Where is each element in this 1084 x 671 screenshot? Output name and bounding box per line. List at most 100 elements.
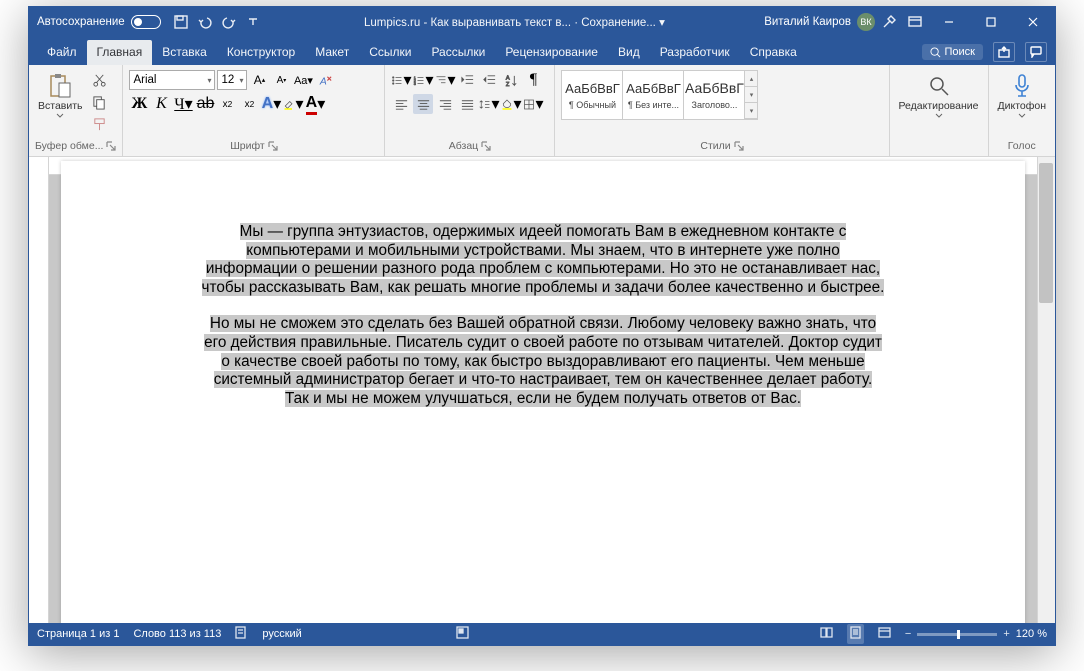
style-heading[interactable]: АаБбВвГЗаголово...: [683, 70, 745, 120]
zoom-level[interactable]: 120 %: [1016, 628, 1047, 640]
search-input[interactable]: Поиск: [922, 44, 983, 60]
subscript-button[interactable]: x2: [217, 94, 237, 114]
tab-design[interactable]: Конструктор: [217, 40, 305, 65]
paragraph-2[interactable]: Но мы не сможем это сделать без Вашей об…: [204, 315, 882, 406]
change-case-button[interactable]: Aa▾: [293, 70, 313, 90]
group-clipboard: Вставить Буфер обме...: [29, 65, 123, 156]
comments-button[interactable]: [1025, 42, 1047, 62]
tab-review[interactable]: Рецензирование: [495, 40, 608, 65]
underline-button[interactable]: Ч▾: [173, 94, 193, 114]
borders-button[interactable]: ▾: [523, 94, 543, 114]
highlight-button[interactable]: ▾: [283, 94, 303, 114]
paragraph-launcher[interactable]: [481, 141, 491, 151]
ribbon-display-icon[interactable]: [905, 12, 925, 32]
bold-button[interactable]: Ж: [129, 94, 149, 114]
ribbon-tabs: Файл Главная Вставка Конструктор Макет С…: [29, 37, 1055, 65]
zoom-out-button[interactable]: −: [905, 628, 911, 640]
clear-format-button[interactable]: A: [315, 70, 335, 90]
dictate-button[interactable]: Диктофон: [995, 70, 1050, 120]
clipboard-launcher[interactable]: [106, 141, 116, 151]
qat-customize-icon[interactable]: [243, 12, 263, 32]
language-indicator[interactable]: русский: [262, 628, 301, 640]
save-icon[interactable]: [171, 12, 191, 32]
align-center-button[interactable]: [413, 94, 433, 114]
shading-button[interactable]: ▾: [501, 94, 521, 114]
group-editing: Редактирование: [890, 65, 989, 156]
numbering-button[interactable]: 123▾: [413, 70, 433, 90]
line-spacing-button[interactable]: ▾: [479, 94, 499, 114]
tab-view[interactable]: Вид: [608, 40, 650, 65]
minimize-button[interactable]: [929, 7, 969, 37]
undo-icon[interactable]: [195, 12, 215, 32]
vertical-scrollbar[interactable]: [1037, 157, 1055, 623]
copy-button[interactable]: [90, 92, 110, 112]
share-button[interactable]: [993, 42, 1015, 62]
style-normal[interactable]: АаБбВвГ¶ Обычный: [561, 70, 623, 120]
tab-help[interactable]: Справка: [740, 40, 807, 65]
indent-dec-button[interactable]: [457, 70, 477, 90]
indent-inc-button[interactable]: [479, 70, 499, 90]
maximize-button[interactable]: [971, 7, 1011, 37]
align-right-button[interactable]: [435, 94, 455, 114]
tab-home[interactable]: Главная: [87, 40, 153, 65]
italic-button[interactable]: К: [151, 94, 171, 114]
show-marks-button[interactable]: ¶: [523, 70, 543, 90]
tab-layout[interactable]: Макет: [305, 40, 359, 65]
document-area: Мы — группа энтузиастов, одержимых идеей…: [29, 157, 1055, 623]
zoom-in-button[interactable]: +: [1003, 628, 1009, 640]
svg-text:3: 3: [414, 81, 416, 85]
multilevel-button[interactable]: ▾: [435, 70, 455, 90]
styles-scroller[interactable]: ▴▾▾: [744, 70, 758, 120]
spellcheck-icon[interactable]: [235, 626, 248, 642]
text-effects-button[interactable]: A▾: [261, 94, 281, 114]
superscript-button[interactable]: x2: [239, 94, 259, 114]
font-color-button[interactable]: A▾: [305, 94, 325, 114]
tab-file[interactable]: Файл: [37, 40, 87, 65]
read-mode-icon[interactable]: [820, 626, 833, 642]
cut-button[interactable]: [90, 70, 110, 90]
print-layout-icon[interactable]: [847, 624, 864, 644]
font-size-select[interactable]: 12▾: [217, 70, 247, 90]
status-bar: Страница 1 из 1 Слово 113 из 113 русский…: [29, 623, 1055, 645]
group-voice: Диктофон Голос: [989, 65, 1056, 156]
shrink-font-button[interactable]: A▾: [271, 70, 291, 90]
app-window: Автосохранение Lumpics.ru - Как выравнив…: [28, 6, 1056, 646]
user-name[interactable]: Виталий Каиров: [764, 16, 851, 28]
autosave-label: Автосохранение: [37, 16, 125, 28]
page[interactable]: Мы — группа энтузиастов, одержимых идеей…: [61, 161, 1025, 623]
font-name-select[interactable]: Arial▾: [129, 70, 215, 90]
font-launcher[interactable]: [268, 141, 278, 151]
word-count[interactable]: Слово 113 из 113: [133, 628, 221, 640]
paste-button[interactable]: Вставить: [35, 70, 86, 120]
zoom-slider[interactable]: [917, 633, 997, 636]
svg-text:Z: Z: [506, 82, 510, 88]
user-avatar[interactable]: ВК: [857, 13, 875, 31]
tab-developer[interactable]: Разработчик: [650, 40, 740, 65]
macro-icon[interactable]: [456, 626, 469, 642]
tab-mailings[interactable]: Рассылки: [421, 40, 495, 65]
page-indicator[interactable]: Страница 1 из 1: [37, 628, 119, 640]
tab-insert[interactable]: Вставка: [152, 40, 217, 65]
strike-button[interactable]: ab: [195, 94, 215, 114]
group-styles: АаБбВвГ¶ Обычный АаБбВвГ¶ Без инте... Аа…: [555, 65, 889, 156]
paragraph-1[interactable]: Мы — группа энтузиастов, одержимых идеей…: [202, 223, 885, 296]
autosave-toggle[interactable]: [131, 15, 161, 29]
tools-icon[interactable]: [879, 12, 899, 32]
web-layout-icon[interactable]: [878, 626, 891, 642]
vertical-ruler[interactable]: [29, 157, 49, 623]
svg-text:A: A: [506, 75, 510, 81]
format-painter-button[interactable]: [90, 114, 110, 134]
close-button[interactable]: [1013, 7, 1053, 37]
grow-font-button[interactable]: A▴: [249, 70, 269, 90]
redo-icon[interactable]: [219, 12, 239, 32]
styles-launcher[interactable]: [734, 141, 744, 151]
sort-button[interactable]: AZ: [501, 70, 521, 90]
document-title: Lumpics.ru - Как выравнивать текст в... …: [265, 15, 765, 29]
style-nospace[interactable]: АаБбВвГ¶ Без инте...: [622, 70, 684, 120]
ribbon: Вставить Буфер обме... Arial▾ 12▾ A▴ A▾ …: [29, 65, 1055, 157]
tab-references[interactable]: Ссылки: [359, 40, 421, 65]
justify-button[interactable]: [457, 94, 477, 114]
editing-button[interactable]: Редактирование: [896, 70, 982, 120]
bullets-button[interactable]: ▾: [391, 70, 411, 90]
align-left-button[interactable]: [391, 94, 411, 114]
